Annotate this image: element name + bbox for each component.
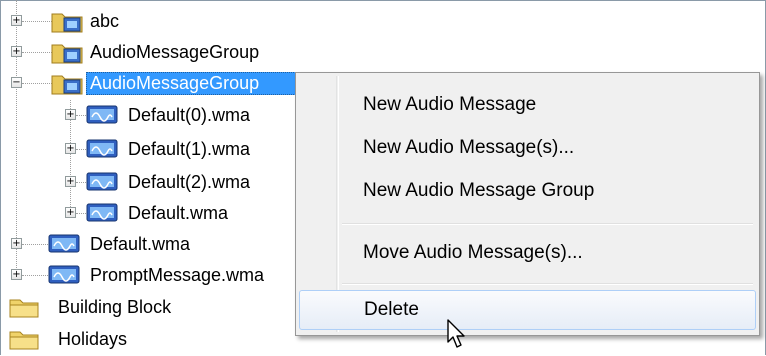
tree-node-building-block[interactable]: Building Block	[0, 292, 300, 322]
node-label: PromptMessage.wma	[90, 264, 265, 285]
menu-item-label: Delete	[364, 299, 419, 320]
audio-file-icon	[86, 105, 118, 124]
collapse-toggle[interactable]: −	[11, 77, 22, 88]
tree-node-default-wma-child[interactable]: + Default.wma	[0, 198, 300, 228]
mouse-pointer-icon	[447, 319, 465, 348]
expand-toggle[interactable]: +	[65, 176, 76, 187]
expand-toggle[interactable]: +	[11, 269, 22, 280]
menu-item-label: New Audio Message(s)...	[363, 137, 575, 158]
audio-file-icon	[48, 234, 80, 253]
tree-node-default1-wma[interactable]: + Default(1).wma	[0, 134, 300, 164]
folder-icon	[9, 331, 39, 350]
node-label: Default(2).wma	[128, 171, 251, 192]
expand-toggle[interactable]: +	[65, 109, 76, 120]
tree-node-abc[interactable]: + abc	[0, 6, 300, 36]
node-label: abc	[90, 10, 120, 31]
expand-toggle[interactable]: +	[11, 238, 22, 249]
audio-file-icon	[86, 139, 118, 158]
node-label: Holidays	[58, 328, 128, 349]
folder-audio-icon	[51, 44, 83, 64]
menu-item-new-audio-message[interactable]: New Audio Message	[299, 85, 756, 125]
tree-node-default0-wma[interactable]: + Default(0).wma	[0, 100, 300, 130]
menu-separator	[342, 283, 753, 285]
menu-separator	[342, 223, 753, 225]
node-label: Building Block	[58, 296, 172, 317]
tree-node-default-wma[interactable]: + Default.wma	[0, 229, 300, 259]
node-label: Default.wma	[90, 233, 191, 254]
node-label: Default(1).wma	[128, 138, 251, 159]
expand-toggle[interactable]: +	[65, 143, 76, 154]
menu-item-new-audio-message-group[interactable]: New Audio Message Group	[299, 171, 756, 211]
tree-node-promptmessage-wma[interactable]: + PromptMessage.wma	[0, 260, 300, 290]
menu-item-delete[interactable]: Delete	[299, 290, 756, 330]
folder-audio-icon	[51, 75, 83, 95]
expand-toggle[interactable]: +	[65, 207, 76, 218]
tree-node-audiomessagegroup[interactable]: + AudioMessageGroup	[0, 37, 300, 67]
audio-file-icon	[48, 265, 80, 284]
menu-item-new-audio-messages[interactable]: New Audio Message(s)...	[299, 128, 756, 168]
menu-item-label: New Audio Message	[363, 94, 537, 115]
tree-node-holidays[interactable]: Holidays	[0, 324, 300, 354]
node-label: AudioMessageGroup	[90, 41, 260, 62]
expand-toggle[interactable]: +	[11, 46, 22, 57]
audio-file-icon	[86, 203, 118, 222]
tree-node-default2-wma[interactable]: + Default(2).wma	[0, 167, 300, 197]
folder-audio-icon	[51, 13, 83, 33]
folder-icon	[9, 299, 39, 318]
menu-item-label: New Audio Message Group	[363, 180, 595, 201]
expand-toggle[interactable]: +	[11, 15, 22, 26]
node-label: Default(0).wma	[128, 104, 251, 125]
node-label: AudioMessageGroup	[86, 71, 318, 95]
menu-item-move-audio-messages[interactable]: Move Audio Message(s)...	[299, 233, 756, 273]
node-label: Default.wma	[128, 202, 229, 223]
context-menu: New Audio Message New Audio Message(s)..…	[295, 72, 760, 336]
menu-item-label: Move Audio Message(s)...	[363, 242, 583, 263]
audio-file-icon	[86, 172, 118, 191]
tree-node-audiomessagegroup-selected[interactable]: − AudioMessageGroup	[0, 68, 320, 98]
